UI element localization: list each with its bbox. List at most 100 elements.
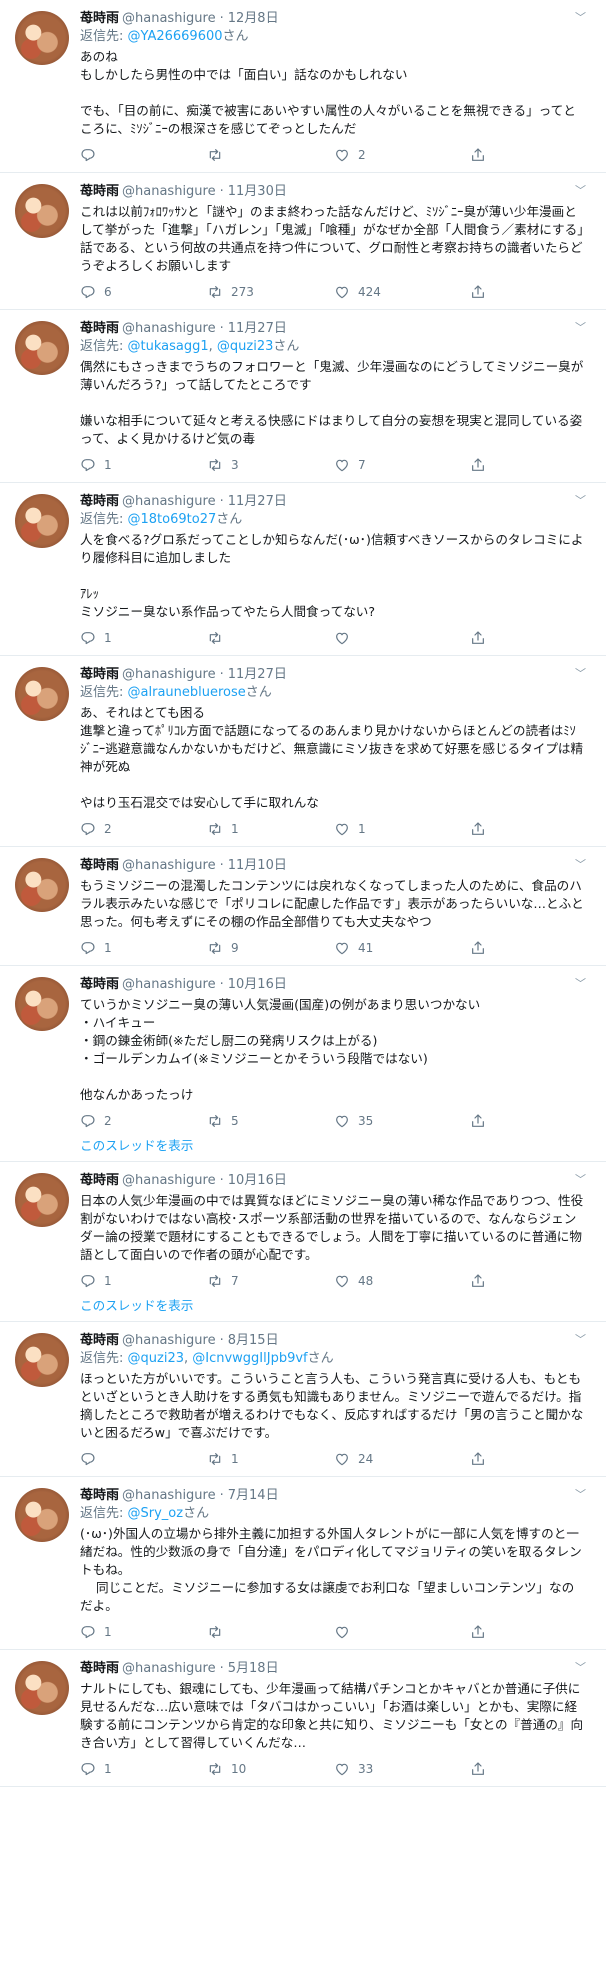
like-button[interactable]: 24 bbox=[334, 1451, 373, 1467]
retweet-button[interactable]: 1 bbox=[207, 821, 239, 837]
retweet-button[interactable]: 10 bbox=[207, 1761, 246, 1777]
like-button[interactable]: 424 bbox=[334, 284, 381, 300]
avatar[interactable] bbox=[15, 977, 69, 1031]
user-handle[interactable]: @hanashigure bbox=[122, 494, 216, 509]
reply-button[interactable]: 1 bbox=[80, 1624, 112, 1640]
tweet[interactable]: ﹀ 苺時雨 @hanashigure · 11月10日 もうミソジニーの混濁したコンテンツ… bbox=[0, 847, 606, 966]
avatar[interactable] bbox=[15, 667, 69, 721]
avatar[interactable] bbox=[15, 184, 69, 238]
user-handle[interactable]: @hanashigure bbox=[122, 1661, 216, 1676]
share-button[interactable] bbox=[470, 147, 486, 163]
retweet-button[interactable]: 3 bbox=[207, 457, 239, 473]
display-name[interactable]: 苺時雨 bbox=[80, 858, 119, 873]
reply-button[interactable]: 2 bbox=[80, 1113, 112, 1129]
avatar[interactable] bbox=[15, 858, 69, 912]
reply-button[interactable]: 1 bbox=[80, 940, 112, 956]
reply-button[interactable]: 1 bbox=[80, 1273, 112, 1289]
retweet-button[interactable]: 9 bbox=[207, 940, 239, 956]
tweet-date[interactable]: 7月14日 bbox=[228, 1488, 279, 1503]
display-name[interactable]: 苺時雨 bbox=[80, 321, 119, 336]
share-button[interactable] bbox=[470, 1451, 486, 1467]
reply-button[interactable] bbox=[80, 1451, 104, 1467]
reply-button[interactable]: 2 bbox=[80, 821, 112, 837]
tweet[interactable]: ﹀ 苺時雨 @hanashigure · 11月27日 返信先: @18to69to27さ… bbox=[0, 483, 606, 656]
reply-to-user-link[interactable]: @alraunebluerose bbox=[128, 685, 246, 700]
reply-button[interactable]: 1 bbox=[80, 1761, 112, 1777]
avatar[interactable] bbox=[15, 1488, 69, 1542]
tweet[interactable]: ﹀ 苺時雨 @hanashigure · 12月8日 返信先: @YA26669600さん… bbox=[0, 0, 606, 173]
tweet[interactable]: ﹀ 苺時雨 @hanashigure · 10月16日 ていうかミソジニー臭の薄い人気漫画… bbox=[0, 966, 606, 1162]
tweet[interactable]: ﹀ 苺時雨 @hanashigure · 11月27日 返信先: @tukasagg1, … bbox=[0, 310, 606, 483]
retweet-button[interactable]: 273 bbox=[207, 284, 254, 300]
tweet-date[interactable]: 11月10日 bbox=[228, 858, 287, 873]
share-button[interactable] bbox=[470, 1113, 486, 1129]
like-button[interactable] bbox=[334, 1624, 358, 1640]
chevron-down-icon[interactable]: ﹀ bbox=[575, 975, 586, 991]
user-handle[interactable]: @hanashigure bbox=[122, 977, 216, 992]
user-handle[interactable]: @hanashigure bbox=[122, 321, 216, 336]
tweet-date[interactable]: 11月27日 bbox=[228, 321, 287, 336]
tweet-date[interactable]: 10月16日 bbox=[228, 1173, 287, 1188]
retweet-button[interactable]: 7 bbox=[207, 1273, 239, 1289]
avatar[interactable] bbox=[15, 11, 69, 65]
user-handle[interactable]: @hanashigure bbox=[122, 1333, 216, 1348]
chevron-down-icon[interactable]: ﹀ bbox=[575, 182, 586, 198]
user-handle[interactable]: @hanashigure bbox=[122, 667, 216, 682]
retweet-button[interactable] bbox=[207, 147, 231, 163]
display-name[interactable]: 苺時雨 bbox=[80, 1333, 119, 1348]
display-name[interactable]: 苺時雨 bbox=[80, 184, 119, 199]
share-button[interactable] bbox=[470, 1761, 486, 1777]
like-button[interactable]: 48 bbox=[334, 1273, 373, 1289]
user-handle[interactable]: @hanashigure bbox=[122, 184, 216, 199]
display-name[interactable]: 苺時雨 bbox=[80, 1661, 119, 1676]
chevron-down-icon[interactable]: ﹀ bbox=[575, 1659, 586, 1675]
chevron-down-icon[interactable]: ﹀ bbox=[575, 492, 586, 508]
tweet-date[interactable]: 8月15日 bbox=[228, 1333, 279, 1348]
display-name[interactable]: 苺時雨 bbox=[80, 11, 119, 26]
avatar[interactable] bbox=[15, 1333, 69, 1387]
tweet[interactable]: ﹀ 苺時雨 @hanashigure · 7月14日 返信先: @Sry_ozさん (･ω･… bbox=[0, 1477, 606, 1650]
chevron-down-icon[interactable]: ﹀ bbox=[575, 319, 586, 335]
tweet-date[interactable]: 11月27日 bbox=[228, 667, 287, 682]
chevron-down-icon[interactable]: ﹀ bbox=[575, 856, 586, 872]
reply-button[interactable] bbox=[80, 147, 104, 163]
chevron-down-icon[interactable]: ﹀ bbox=[575, 1486, 586, 1502]
avatar[interactable] bbox=[15, 321, 69, 375]
like-button[interactable]: 33 bbox=[334, 1761, 373, 1777]
reply-to-user-link[interactable]: @18to69to27 bbox=[128, 512, 217, 527]
share-button[interactable] bbox=[470, 821, 486, 837]
like-button[interactable]: 7 bbox=[334, 457, 366, 473]
show-thread-link[interactable]: このスレッドを表示 bbox=[80, 1298, 586, 1321]
reply-button[interactable]: 1 bbox=[80, 457, 112, 473]
tweet-date[interactable]: 11月27日 bbox=[228, 494, 287, 509]
user-handle[interactable]: @hanashigure bbox=[122, 1488, 216, 1503]
reply-button[interactable]: 1 bbox=[80, 630, 112, 646]
tweet[interactable]: ﹀ 苺時雨 @hanashigure · 8月15日 返信先: @quzi23, @Icn… bbox=[0, 1322, 606, 1477]
reply-to-user-link[interactable]: @Sry_oz bbox=[128, 1506, 184, 1521]
share-button[interactable] bbox=[470, 284, 486, 300]
like-button[interactable]: 1 bbox=[334, 821, 366, 837]
display-name[interactable]: 苺時雨 bbox=[80, 667, 119, 682]
user-handle[interactable]: @hanashigure bbox=[122, 1173, 216, 1188]
avatar[interactable] bbox=[15, 494, 69, 548]
tweet[interactable]: ﹀ 苺時雨 @hanashigure · 11月30日 これは以前ﾌｫﾛﾜｯｻﾝと「謎や」… bbox=[0, 173, 606, 310]
show-thread-link[interactable]: このスレッドを表示 bbox=[80, 1138, 586, 1161]
tweet-date[interactable]: 10月16日 bbox=[228, 977, 287, 992]
chevron-down-icon[interactable]: ﹀ bbox=[575, 1171, 586, 1187]
reply-to-user-link[interactable]: @quzi23 bbox=[128, 1351, 184, 1366]
reply-to-user-link[interactable]: @IcnvwggIlJpb9vf bbox=[192, 1351, 307, 1366]
chevron-down-icon[interactable]: ﹀ bbox=[575, 665, 586, 681]
chevron-down-icon[interactable]: ﹀ bbox=[575, 9, 586, 25]
avatar[interactable] bbox=[15, 1661, 69, 1715]
retweet-button[interactable]: 5 bbox=[207, 1113, 239, 1129]
tweet[interactable]: ﹀ 苺時雨 @hanashigure · 11月27日 返信先: @alrauneblue… bbox=[0, 656, 606, 847]
chevron-down-icon[interactable]: ﹀ bbox=[575, 1331, 586, 1347]
like-button[interactable]: 2 bbox=[334, 147, 366, 163]
display-name[interactable]: 苺時雨 bbox=[80, 977, 119, 992]
share-button[interactable] bbox=[470, 630, 486, 646]
share-button[interactable] bbox=[470, 1273, 486, 1289]
reply-button[interactable]: 6 bbox=[80, 284, 112, 300]
share-button[interactable] bbox=[470, 457, 486, 473]
display-name[interactable]: 苺時雨 bbox=[80, 1173, 119, 1188]
retweet-button[interactable] bbox=[207, 630, 231, 646]
